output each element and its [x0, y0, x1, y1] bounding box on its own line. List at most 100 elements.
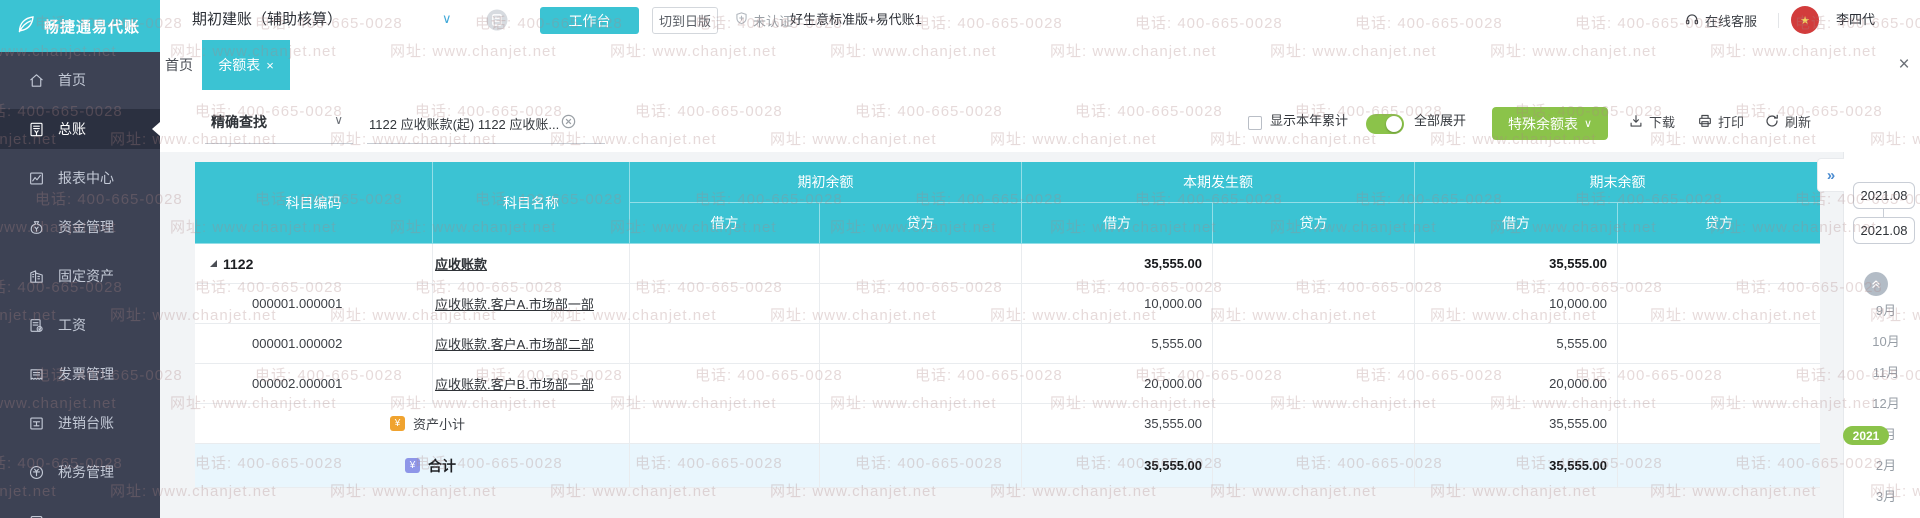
cell-value: 35,555.00	[1022, 244, 1213, 283]
month-item[interactable]: 9月	[1858, 300, 1914, 322]
cell-value: 5,555.00	[1415, 324, 1618, 363]
scroll-up-icon[interactable]	[1864, 272, 1888, 296]
show-year-total-checkbox[interactable]	[1248, 116, 1262, 130]
online-support-link[interactable]: 在线客服	[1684, 0, 1757, 40]
sidebar-item-invoice[interactable]: 发票管理	[0, 354, 160, 394]
cell-value	[1213, 324, 1415, 363]
account-name-link[interactable]: 应收账款.客户B.市场部一部	[433, 364, 630, 403]
avatar[interactable]: ★	[1791, 6, 1819, 34]
tab-label: 余额表	[218, 55, 260, 75]
salary-icon	[28, 317, 45, 334]
cell-value: 35,555.00	[1022, 444, 1213, 487]
cell-value	[820, 444, 1022, 487]
show-year-total-label[interactable]: 显示本年累计	[1270, 90, 1348, 152]
sidebar-item-funds[interactable]: 资金管理	[0, 207, 160, 247]
cell-value: 10,000.00	[1022, 284, 1213, 323]
cell-value: 35,555.00	[1415, 244, 1618, 283]
tab-balance-sheet[interactable]: 余额表 ×	[202, 40, 290, 90]
month-item[interactable]: 3月	[1858, 486, 1914, 508]
cell-account-code: 1122	[195, 244, 433, 283]
printer-icon	[1697, 113, 1713, 129]
cell-value	[1213, 284, 1415, 323]
cell-value	[1618, 244, 1820, 283]
shield-icon	[734, 11, 749, 29]
sidebar-item-salary[interactable]: 工资	[0, 305, 160, 345]
chevron-down-icon[interactable]: ∨	[442, 0, 452, 40]
sidebar-item-label: 发票管理	[58, 364, 114, 384]
search-mode-select[interactable]: 精确查找 ∨	[205, 100, 353, 144]
tab-home[interactable]: 首页	[165, 40, 193, 90]
month-item[interactable]: 10月	[1858, 331, 1914, 353]
cell-value: 35,555.00	[1415, 404, 1618, 443]
memo-icon[interactable]	[486, 9, 508, 31]
month-item[interactable]: 11月	[1858, 362, 1914, 384]
download-button[interactable]: 下载	[1628, 90, 1675, 152]
tabbar	[160, 40, 1920, 90]
sidebar-item-label: 资金管理	[58, 217, 114, 237]
cert-status[interactable]: 未认证	[734, 0, 792, 40]
period-connector	[1883, 209, 1884, 217]
year-badge: 2021	[1843, 426, 1889, 445]
cell-value: 35,555.00	[1022, 404, 1213, 443]
invoice-icon	[28, 366, 45, 383]
cell-value	[1618, 444, 1820, 487]
sidebar-item-trade[interactable]: 进销台账	[0, 403, 160, 443]
special-balance-button[interactable]: 特殊余额表 ∨	[1492, 107, 1608, 140]
chevron-down-icon: ∨	[334, 113, 343, 127]
header-account-name: 科目名称	[433, 162, 630, 244]
collapse-triangle-icon[interactable]	[210, 260, 217, 267]
expand-all-toggle[interactable]	[1366, 114, 1404, 134]
subtotal-icon: ¥	[390, 416, 405, 431]
edition-label: 好生意标准版+易代账1	[790, 0, 922, 40]
account-name-link[interactable]: 应收账款.客户A.市场部二部	[433, 324, 630, 363]
print-button[interactable]: 打印	[1697, 90, 1744, 152]
close-page-button[interactable]: ×	[1888, 40, 1920, 90]
refresh-label: 刷新	[1785, 112, 1811, 131]
sidebar-item-label: 报表中心	[58, 168, 114, 188]
tab-close-icon[interactable]: ×	[266, 59, 274, 72]
header-credit: 贷方	[1618, 203, 1820, 244]
switch-old-version-button[interactable]: 切到日版	[652, 7, 718, 34]
month-item[interactable]: 2月	[1858, 455, 1914, 477]
download-label: 下载	[1649, 112, 1675, 131]
double-arrow-right-icon[interactable]: »	[1817, 158, 1844, 192]
account-set-name[interactable]: 期初建账（辅助核算）	[192, 0, 342, 40]
cell-subtotal: ¥资产小计	[195, 404, 630, 443]
sidebar-item-report[interactable]: 报表中心	[0, 158, 160, 198]
chevron-down-icon: ∨	[1584, 117, 1592, 130]
toggle-knob	[1386, 116, 1402, 132]
workbench-button[interactable]: 工作台	[540, 7, 639, 34]
account-name-link[interactable]: 应收账款	[433, 244, 630, 283]
sidebar-item-label: 税务管理	[58, 462, 114, 482]
clear-search-icon[interactable]	[560, 113, 577, 130]
period-to-input[interactable]: 2021.08	[1853, 217, 1915, 244]
header-group: 期末余额	[1415, 162, 1820, 203]
table-row: ¥合计35,555.0035,555.00	[195, 444, 1820, 488]
cell-value	[1213, 444, 1415, 487]
download-icon	[1628, 113, 1644, 129]
header-debit: 借方	[1415, 203, 1618, 244]
total-icon: ¥	[405, 458, 420, 473]
cell-total: ¥合计	[195, 444, 630, 487]
cell-account-code: 000002.000001	[195, 364, 433, 403]
cell-value	[1618, 364, 1820, 403]
table-row: 000001.000001应收账款.客户A.市场部一部10,000.0010,0…	[195, 284, 1820, 324]
home-icon	[28, 72, 45, 89]
sidebar-item-assets[interactable]: 固定资产	[0, 256, 160, 296]
sidebar-item-ledger[interactable]: 总账	[0, 109, 160, 149]
month-item[interactable]: 12月	[1858, 393, 1914, 415]
sidebar-item-more[interactable]	[0, 501, 160, 518]
sidebar-item-label: 工资	[58, 315, 86, 335]
sidebar-item-label: 首页	[58, 70, 86, 90]
user-name[interactable]: 李四代	[1836, 0, 1875, 40]
sidebar-item-home[interactable]: 首页	[0, 60, 160, 100]
period-from-input[interactable]: 2021.08	[1853, 182, 1915, 209]
sidebar-item-tax[interactable]: 税务管理	[0, 452, 160, 492]
cell-value: 20,000.00	[1022, 364, 1213, 403]
account-name-link[interactable]: 应收账款.客户A.市场部一部	[433, 284, 630, 323]
trade-icon	[28, 415, 45, 432]
search-input[interactable]: 1122 应收账款(起) 1122 应收账...	[367, 100, 605, 144]
refresh-button[interactable]: 刷新	[1764, 90, 1811, 152]
cell-value	[1618, 284, 1820, 323]
cell-value	[630, 444, 820, 487]
